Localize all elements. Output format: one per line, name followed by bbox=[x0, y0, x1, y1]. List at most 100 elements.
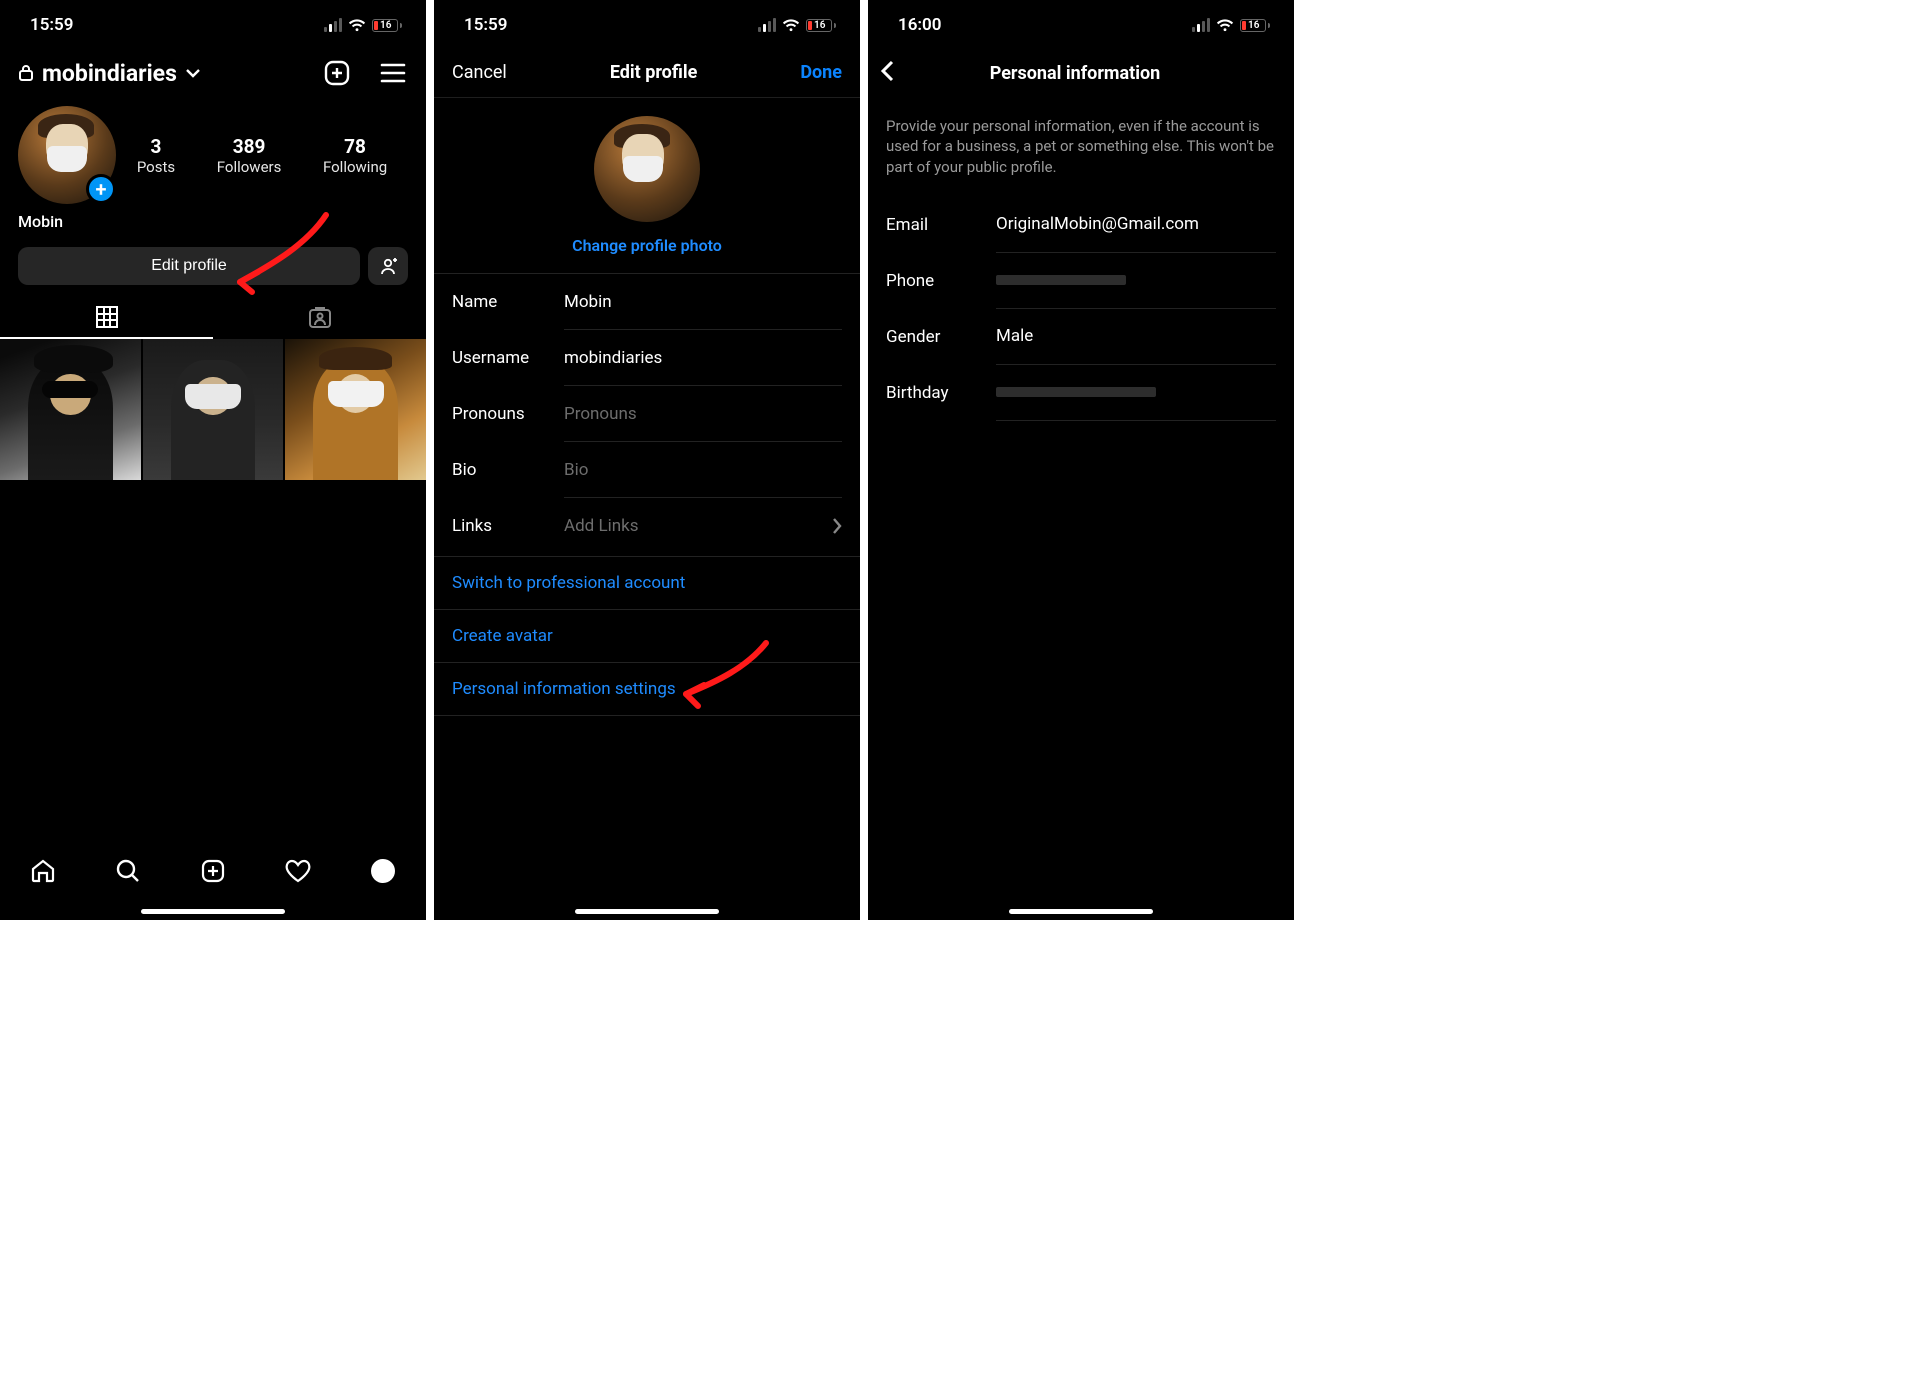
battery-icon: 16 bbox=[806, 19, 836, 32]
username-field[interactable]: Username mobindiaries bbox=[434, 330, 860, 386]
username-label: Username bbox=[452, 348, 564, 368]
email-value[interactable]: OriginalMobin@Gmail.com bbox=[996, 197, 1276, 253]
birthday-value[interactable] bbox=[996, 365, 1276, 421]
search-tab[interactable] bbox=[115, 858, 141, 884]
done-button[interactable]: Done bbox=[800, 62, 842, 83]
pronouns-placeholder[interactable]: Pronouns bbox=[564, 386, 842, 442]
status-right: 16 bbox=[324, 18, 402, 32]
change-photo-button[interactable]: Change profile photo bbox=[572, 236, 722, 255]
lock-icon bbox=[18, 64, 34, 82]
status-bar: 16:00 16 bbox=[868, 0, 1294, 50]
bottom-nav bbox=[0, 840, 426, 920]
home-indicator bbox=[141, 909, 285, 914]
activity-tab[interactable] bbox=[285, 858, 311, 884]
name-value[interactable]: Mobin bbox=[564, 274, 842, 330]
chevron-left-icon bbox=[880, 60, 894, 82]
links-placeholder-text: Add Links bbox=[564, 516, 639, 536]
battery-icon: 16 bbox=[372, 19, 402, 32]
tagged-tab[interactable] bbox=[213, 295, 426, 339]
redacted-icon bbox=[996, 275, 1126, 285]
followers-stat[interactable]: 389 Followers bbox=[217, 135, 282, 176]
discover-people-button[interactable] bbox=[368, 247, 408, 285]
edit-form: Name Mobin Username mobindiaries Pronoun… bbox=[434, 273, 860, 554]
nav-bar: Personal information bbox=[868, 50, 1294, 100]
home-tab[interactable] bbox=[30, 858, 56, 884]
home-indicator bbox=[1009, 909, 1153, 914]
signal-icon bbox=[758, 18, 776, 32]
home-indicator bbox=[575, 909, 719, 914]
following-stat[interactable]: 78 Following bbox=[323, 135, 387, 176]
phone-label: Phone bbox=[886, 271, 996, 291]
bio-field[interactable]: Bio Bio bbox=[434, 442, 860, 498]
status-bar: 15:59 16 bbox=[0, 0, 426, 50]
pronouns-label: Pronouns bbox=[452, 404, 564, 424]
phone-field[interactable]: Phone bbox=[868, 253, 1294, 309]
screen-personal-info: 16:00 16 Personal information Provide yo… bbox=[868, 0, 1294, 920]
annotation-arrow-icon bbox=[674, 638, 774, 718]
followers-label: Followers bbox=[217, 158, 282, 176]
post-thumbnail[interactable] bbox=[0, 339, 141, 480]
add-story-icon[interactable]: + bbox=[86, 174, 116, 204]
status-right: 16 bbox=[1192, 18, 1270, 32]
birthday-label: Birthday bbox=[886, 383, 996, 403]
signal-icon bbox=[1192, 18, 1210, 32]
content-tabs bbox=[0, 295, 426, 339]
create-avatar-button[interactable]: Create avatar bbox=[434, 610, 860, 663]
reels-tab[interactable] bbox=[200, 858, 226, 884]
signal-icon bbox=[324, 18, 342, 32]
bio-label: Bio bbox=[452, 460, 564, 480]
name-label: Name bbox=[452, 292, 564, 312]
page-title: Personal information bbox=[990, 63, 1161, 84]
nav-bar: Cancel Edit profile Done bbox=[434, 50, 860, 98]
following-label: Following bbox=[323, 158, 387, 176]
switch-professional-button[interactable]: Switch to professional account bbox=[434, 556, 860, 610]
posts-stat[interactable]: 3 Posts bbox=[137, 135, 175, 176]
following-count: 78 bbox=[323, 135, 387, 158]
avatar[interactable]: + bbox=[18, 106, 116, 204]
links-field[interactable]: Links Add Links bbox=[434, 498, 860, 554]
links-placeholder[interactable]: Add Links bbox=[564, 498, 842, 554]
post-thumbnail[interactable] bbox=[285, 339, 426, 480]
links-label: Links bbox=[452, 516, 564, 536]
cancel-button[interactable]: Cancel bbox=[452, 62, 507, 83]
screen-profile: 15:59 16 mobindiaries + bbox=[0, 0, 426, 920]
wifi-icon bbox=[782, 19, 800, 32]
wifi-icon bbox=[1216, 19, 1234, 32]
name-field[interactable]: Name Mobin bbox=[434, 274, 860, 330]
create-post-button[interactable] bbox=[322, 58, 352, 88]
username-value[interactable]: mobindiaries bbox=[564, 330, 842, 386]
back-button[interactable] bbox=[880, 60, 894, 86]
page-title: Edit profile bbox=[610, 62, 698, 83]
email-field[interactable]: Email OriginalMobin@Gmail.com bbox=[868, 197, 1294, 253]
post-thumbnail[interactable] bbox=[143, 339, 284, 480]
chevron-down-icon[interactable] bbox=[185, 68, 201, 78]
bio-placeholder[interactable]: Bio bbox=[564, 442, 842, 498]
gender-value[interactable]: Male bbox=[996, 309, 1276, 365]
status-time: 15:59 bbox=[30, 15, 73, 35]
personal-info-button[interactable]: Personal information settings bbox=[434, 663, 860, 716]
post-grid bbox=[0, 339, 426, 480]
gender-label: Gender bbox=[886, 327, 996, 347]
display-name: Mobin bbox=[0, 204, 426, 239]
grid-tab[interactable] bbox=[0, 295, 213, 339]
phone-value[interactable] bbox=[996, 253, 1276, 309]
gender-field[interactable]: Gender Male bbox=[868, 309, 1294, 365]
profile-header: mobindiaries bbox=[0, 50, 426, 96]
birthday-field[interactable]: Birthday bbox=[868, 365, 1294, 421]
edit-profile-button[interactable]: Edit profile bbox=[18, 247, 360, 285]
chevron-right-icon bbox=[832, 517, 842, 535]
email-label: Email bbox=[886, 215, 996, 235]
status-time: 15:59 bbox=[464, 15, 507, 35]
status-right: 16 bbox=[758, 18, 836, 32]
followers-count: 389 bbox=[217, 135, 282, 158]
battery-icon: 16 bbox=[1240, 19, 1270, 32]
status-bar: 15:59 16 bbox=[434, 0, 860, 50]
intro-text: Provide your personal information, even … bbox=[868, 100, 1294, 197]
username-selector[interactable]: mobindiaries bbox=[42, 60, 177, 87]
posts-count: 3 bbox=[137, 135, 175, 158]
avatar[interactable] bbox=[594, 116, 700, 222]
menu-button[interactable] bbox=[378, 58, 408, 88]
pronouns-field[interactable]: Pronouns Pronouns bbox=[434, 386, 860, 442]
wifi-icon bbox=[348, 19, 366, 32]
profile-tab[interactable] bbox=[370, 858, 396, 884]
